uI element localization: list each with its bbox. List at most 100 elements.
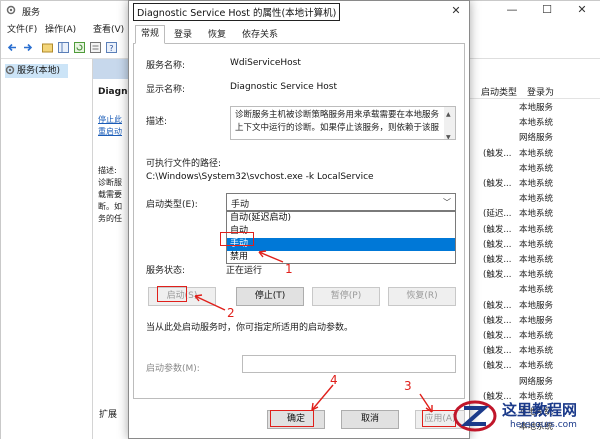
menu-view[interactable]: 查看(V) (93, 22, 124, 35)
table-row[interactable]: 本地系统 (459, 283, 600, 298)
table-row[interactable]: 本地系统 (459, 116, 600, 131)
export-list-icon[interactable] (89, 41, 102, 54)
column-log-on-as[interactable]: 登录为 (527, 85, 554, 98)
table-row[interactable]: (触发... 本地系统 (459, 268, 600, 283)
properties-dialog: Diagnostic Service Host 的属性(本地计算机) ✕ 常规 … (128, 0, 470, 439)
table-row[interactable]: 网络服务 (459, 375, 600, 390)
table-row[interactable]: (触发... 本地系统 (459, 238, 600, 253)
dialog-title: Diagnostic Service Host 的属性(本地计算机) (133, 3, 341, 21)
start-params-input[interactable] (242, 355, 456, 373)
back-arrow-icon[interactable] (6, 41, 19, 54)
detail-description-line: 诊断服 (98, 178, 122, 187)
highlight-start-button (157, 286, 187, 302)
startup-option-auto[interactable]: 自动 (227, 225, 455, 238)
services-title: 服务 (22, 8, 41, 18)
watermark-url: herecours.com (510, 420, 577, 430)
log-on-as-cell: 本地服务 (519, 315, 554, 326)
tab-general[interactable]: 常规 (135, 25, 166, 44)
description-scrollbar[interactable]: ▲ ▼ (444, 107, 455, 139)
watermark-logo-icon (453, 400, 497, 432)
description-text: 诊断服务主机被诊断策略服务用来承载需要在本地服务上下文中运行的诊断。如果停止该服… (235, 110, 440, 133)
dialog-close-icon[interactable]: ✕ (447, 3, 465, 19)
description-label: 描述: (146, 117, 168, 127)
service-name-value: WdiServiceHost (230, 58, 301, 68)
table-row[interactable]: (触发... 本地系统 (459, 329, 600, 344)
tab-dependencies[interactable]: 依存关系 (237, 27, 283, 43)
tab-recovery[interactable]: 恢复 (203, 27, 231, 43)
table-row[interactable]: (触发... 本地系统 (459, 223, 600, 238)
tree-item-services-local[interactable]: 服务(本地) (5, 64, 69, 78)
log-on-as-cell: 本地系统 (519, 270, 554, 281)
chevron-down-icon[interactable]: ﹀ (443, 197, 451, 208)
scroll-up-icon[interactable]: ▲ (446, 108, 451, 121)
detail-stop-link[interactable]: 停止此 (98, 114, 130, 125)
detail-service-name: Diagno (98, 87, 130, 97)
highlight-manual-option (220, 232, 254, 246)
tab-extended[interactable]: 扩展 (99, 407, 117, 420)
services-gear-icon (6, 5, 16, 15)
table-row[interactable]: (触发... 本地系统 (459, 147, 600, 162)
forward-arrow-icon[interactable] (21, 41, 34, 54)
startup-type-cell: (触发... (483, 239, 512, 250)
table-row[interactable]: (触发... 本地系统 (459, 177, 600, 192)
table-row[interactable]: 网络服务 (459, 131, 600, 146)
service-status-label: 服务状态: (146, 266, 186, 276)
console-tree-icon[interactable] (57, 41, 70, 54)
service-name-label: 服务名称: (146, 61, 186, 71)
tree-item-label: 服务(本地) (17, 66, 61, 76)
table-row[interactable]: (触发... 本地服务 (459, 314, 600, 329)
table-row[interactable]: (触发... 本地系统 (459, 344, 600, 359)
refresh-icon[interactable] (73, 41, 86, 54)
table-row[interactable]: (触发... 本地系统 (459, 253, 600, 268)
column-startup-type[interactable]: 启动类型 (481, 85, 517, 98)
startup-type-label: 启动类型(E): (146, 200, 198, 210)
log-on-as-cell: 本地系统 (519, 148, 554, 159)
table-row[interactable]: (延迟... 本地系统 (459, 207, 600, 222)
log-on-as-cell: 本地服务 (519, 103, 554, 113)
startup-option-auto-delayed[interactable]: 自动(延迟启动) (227, 212, 455, 225)
log-on-as-cell: 本地系统 (519, 118, 554, 129)
start-params-hint: 当从此处启动服务时，你可指定所适用的启动参数。 (146, 323, 354, 333)
log-on-as-cell: 本地系统 (519, 163, 554, 174)
log-on-as-cell: 本地服务 (519, 300, 554, 311)
table-row[interactable]: 本地系统 (459, 162, 600, 177)
log-on-as-cell: 本地系统 (519, 224, 554, 235)
log-on-as-cell: 本地系统 (519, 361, 554, 372)
maximize-icon[interactable]: ☐ (534, 1, 560, 19)
log-on-as-cell: 本地系统 (519, 346, 554, 357)
resume-service-button[interactable]: 恢复(R) (388, 287, 456, 306)
service-status-value: 正在运行 (226, 266, 263, 276)
tab-log-on[interactable]: 登录 (169, 27, 197, 43)
close-icon[interactable]: ✕ (569, 1, 595, 19)
display-name-value: Diagnostic Service Host (230, 82, 338, 92)
watermark-text: 这里教程网 (502, 401, 578, 419)
startup-type-select[interactable]: 手动 ﹀ (226, 193, 456, 211)
service-detail-pane: Diagno 停止此 重启动 描述: 诊断服 载需要 断。如 务的任 (93, 59, 133, 439)
general-tab-panel: 服务名称: WdiServiceHost 显示名称: Diagnostic Se… (133, 43, 465, 399)
table-row[interactable]: (触发... 本地系统 (459, 359, 600, 374)
stop-service-button[interactable]: 停止(T) (236, 287, 304, 306)
scroll-down-icon[interactable]: ▼ (446, 131, 451, 139)
up-folder-icon[interactable] (41, 41, 54, 54)
menu-action[interactable]: 操作(A) (45, 22, 76, 35)
dialog-titlebar: Diagnostic Service Host 的属性(本地计算机) ✕ (129, 1, 469, 21)
log-on-as-cell: 本地系统 (519, 194, 554, 205)
description-textbox[interactable]: 诊断服务主机被诊断策略服务用来承载需要在本地服务上下文中运行的诊断。如果停止该服… (230, 106, 456, 140)
start-params-label: 启动参数(M): (146, 364, 200, 374)
startup-type-cell: (触发... (483, 148, 512, 159)
table-row[interactable]: 本地系统 (459, 192, 600, 207)
table-row[interactable]: (触发... 本地服务 (459, 299, 600, 314)
annotation-number-2: 2 (227, 306, 235, 320)
minimize-icon[interactable]: — (499, 1, 525, 19)
detail-restart-link[interactable]: 重启动 (98, 126, 130, 137)
pause-service-button[interactable]: 暂停(P) (312, 287, 380, 306)
help-icon[interactable]: ? (105, 41, 118, 54)
menu-file[interactable]: 文件(F) (7, 22, 37, 35)
startup-type-dropdown: 自动(延迟启动) 自动 手动 禁用 (226, 211, 456, 264)
cancel-button[interactable]: 取消 (341, 410, 399, 429)
table-row[interactable]: 本地服务 (459, 101, 600, 116)
startup-option-manual[interactable]: 手动 (227, 238, 455, 251)
detail-description-line: 务的任 (98, 214, 122, 223)
exe-path-label: 可执行文件的路径: (146, 159, 222, 169)
exe-path-value: C:\Windows\System32\svchost.exe -k Local… (146, 172, 374, 182)
